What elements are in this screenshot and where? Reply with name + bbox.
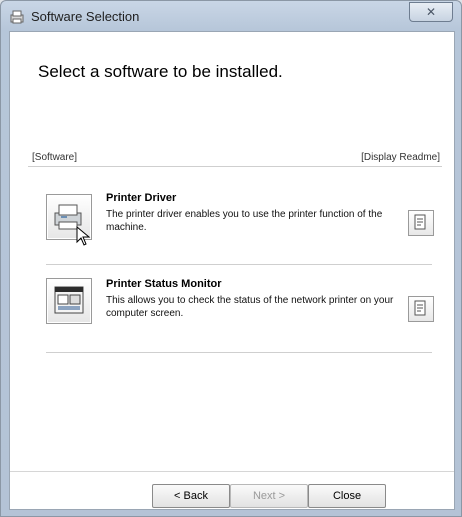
header-divider: [28, 166, 442, 167]
document-icon: [409, 300, 433, 325]
printer-driver-description: The printer driver enables you to use th…: [106, 209, 383, 233]
printer-status-monitor-description: This allows you to check the status of t…: [106, 295, 394, 319]
close-button[interactable]: Close: [308, 484, 386, 508]
mouse-pointer-icon: [76, 226, 91, 246]
software-column-label: [Software]: [32, 152, 78, 163]
title-bar: Software Selection ✕: [1, 1, 461, 31]
printer-status-monitor-install-button[interactable]: [46, 278, 92, 324]
printer-driver-title: Printer Driver: [106, 192, 177, 204]
printer-status-monitor-title: Printer Status Monitor: [106, 278, 222, 290]
setup-app-icon: [9, 9, 25, 25]
document-icon: [409, 214, 433, 239]
software-selection-window: Software Selection ✕ Select a software t…: [0, 0, 462, 517]
dialog-content: Select a software to be installed. [Soft…: [9, 31, 455, 510]
footer-divider: [10, 471, 454, 472]
item-divider: [46, 352, 432, 353]
item-divider: [46, 264, 432, 265]
page-heading: Select a software to be installed.: [38, 62, 283, 81]
window-title: Software Selection: [31, 9, 140, 24]
printer-driver-readme-button[interactable]: [408, 210, 434, 236]
printer-status-monitor-readme-button[interactable]: [408, 296, 434, 322]
window-close-button[interactable]: ✕: [409, 2, 453, 22]
next-button[interactable]: Next >: [230, 484, 308, 508]
close-icon: ✕: [425, 5, 437, 19]
back-button[interactable]: < Back: [152, 484, 230, 508]
display-readme-column-label: [Display Readme]: [361, 152, 440, 163]
status-monitor-icon: [47, 286, 91, 327]
